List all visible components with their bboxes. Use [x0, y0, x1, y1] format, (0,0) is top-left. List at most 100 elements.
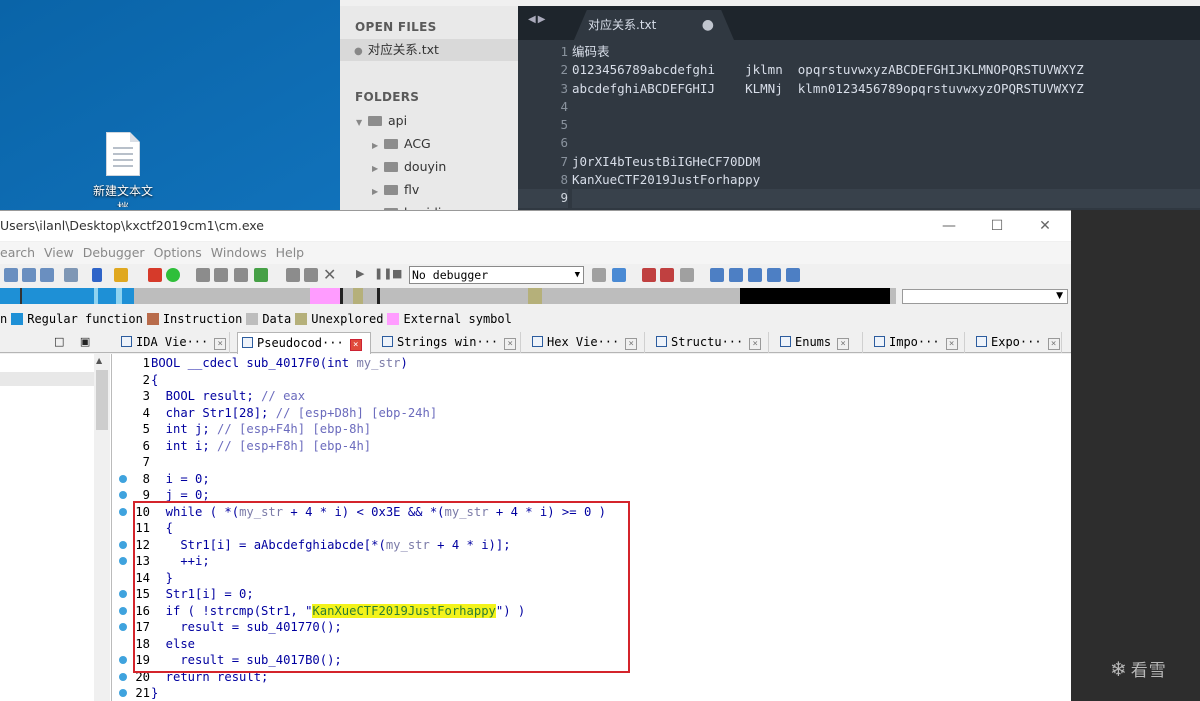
scrollbar-thumb[interactable] — [96, 370, 108, 430]
tab-enums[interactable]: Enums × — [776, 332, 863, 353]
toolbar-icon[interactable] — [767, 268, 781, 282]
breakpoint-dot-icon[interactable] — [119, 623, 127, 631]
chevron-right-icon[interactable]: ▶ — [372, 135, 384, 157]
code-line[interactable]: 21} — [112, 685, 1071, 701]
toolbar-icon[interactable] — [592, 268, 606, 282]
menu-item-options[interactable]: Options — [154, 245, 202, 260]
editor-line[interactable]: KanXueCTF2019JustForhappy — [572, 171, 1200, 189]
breakpoint-dot-icon[interactable] — [119, 672, 127, 681]
menu-item-earch[interactable]: earch — [0, 245, 35, 260]
code-line[interactable]: 7 — [112, 454, 1071, 471]
menu-item-debugger[interactable]: Debugger — [83, 245, 145, 260]
tab-close-icon[interactable]: × — [214, 338, 227, 350]
segment-select[interactable]: ▼ — [902, 289, 1068, 304]
breakpoint-dot-icon[interactable] — [119, 689, 127, 697]
play-icon[interactable]: ▶ — [356, 267, 364, 280]
toolbar-icon[interactable] — [304, 268, 318, 282]
arrow-down-icon[interactable] — [92, 268, 102, 282]
tab-close-icon[interactable]: × — [504, 338, 517, 350]
code-line[interactable]: 3 BOOL result; // eax — [112, 388, 1071, 405]
menu-item-windows[interactable]: Windows — [211, 245, 267, 260]
toolbar-icon[interactable] — [680, 268, 694, 282]
tab-pseudocod[interactable]: Pseudocod··· × — [237, 332, 371, 354]
toolbar-icon[interactable] — [710, 268, 724, 282]
toolbar-icon[interactable] — [254, 268, 268, 282]
breakpoint-dot-icon[interactable] — [119, 540, 127, 549]
editor-line[interactable] — [572, 189, 1200, 208]
desktop-file-icon[interactable]: 新建文本文 档 — [88, 132, 158, 207]
toolbar-icon[interactable] — [22, 268, 36, 282]
folder-item[interactable]: ▼ api — [340, 110, 518, 132]
toolbar-icon[interactable] — [196, 268, 210, 282]
tab-close-icon[interactable]: × — [1047, 338, 1060, 350]
minimize-button[interactable]: — — [926, 211, 972, 241]
selected-function-row[interactable] — [0, 372, 94, 386]
code-line[interactable]: 1 BOOL __cdecl sub_4017F0(int my_str) — [112, 355, 1071, 372]
tab-close-icon[interactable]: × — [837, 338, 850, 350]
breakpoint-dot-icon[interactable] — [119, 491, 127, 499]
toolbar-icon[interactable] — [286, 268, 300, 282]
toolbar-icon[interactable] — [612, 268, 626, 282]
editor-line[interactable]: 编码表 — [572, 43, 1200, 61]
editor-line[interactable] — [572, 134, 1200, 152]
tab-structu[interactable]: Structu··· × — [652, 332, 769, 353]
toolbar-icon[interactable] — [214, 268, 228, 282]
debugger-select[interactable]: No debugger ▼ — [409, 266, 584, 284]
editor-line[interactable]: 0123456789abcdefghi jklmn opqrstuvwxyzAB… — [572, 61, 1200, 79]
sublime-editor[interactable]: 编码表 0123456789abcdefghi jklmn opqrstuvwxy… — [572, 40, 1200, 210]
editor-line[interactable] — [572, 116, 1200, 134]
toolbar-icon[interactable] — [148, 268, 162, 282]
sublime-tab[interactable]: 对应关系.txt ● — [574, 10, 734, 40]
toolbar-icon[interactable] — [114, 268, 128, 282]
toolbar-icon[interactable] — [786, 268, 800, 282]
scroll-up-icon[interactable]: ▲ — [96, 356, 102, 365]
tab-close-icon[interactable]: × — [625, 338, 638, 350]
tab-close-icon[interactable]: × — [749, 338, 762, 350]
editor-line[interactable]: abcdefghiABCDEFGHIJ KLMNj klmn0123456789… — [572, 80, 1200, 98]
tab-idavie[interactable]: IDA Vie··· × — [117, 332, 230, 353]
maximize-button[interactable]: ☐ — [974, 211, 1020, 241]
breakpoint-dot-icon[interactable] — [119, 656, 127, 664]
tab-nav-arrows-icon[interactable]: ◀▶ — [528, 14, 547, 25]
folder-item[interactable]: ▶kuaidi — [340, 202, 518, 210]
code-line[interactable]: 2{ — [112, 372, 1071, 389]
toolbar-icon[interactable] — [40, 268, 54, 282]
breakpoint-dot-icon[interactable] — [119, 474, 127, 483]
editor-line[interactable] — [572, 98, 1200, 116]
functions-panel[interactable]: ▲ — [0, 354, 112, 701]
tab-hexvie[interactable]: Hex Vie··· × — [528, 332, 645, 353]
modified-dot-icon[interactable]: ● — [702, 10, 714, 40]
code-line[interactable]: 8 i = 0; — [112, 471, 1071, 488]
toolbar-icon[interactable] — [4, 268, 18, 282]
toolbar-icon[interactable] — [64, 268, 78, 282]
folder-item[interactable]: ▶ ACG — [340, 133, 518, 155]
chevron-right-icon[interactable]: ▶ — [372, 158, 384, 180]
breakpoint-dot-icon[interactable] — [119, 590, 127, 598]
breakpoint-dot-icon[interactable] — [119, 557, 127, 565]
tab-close-icon[interactable]: × — [945, 338, 958, 350]
toolbar-icon[interactable] — [729, 268, 743, 282]
menu-item-help[interactable]: Help — [276, 245, 305, 260]
breakpoint-dot-icon[interactable] — [119, 507, 127, 516]
editor-line[interactable]: j0rXI4bTeustBiIGHeCF70DDM — [572, 153, 1200, 171]
breakpoint-dot-icon[interactable] — [119, 606, 127, 615]
close-x-icon[interactable]: ✕ — [323, 265, 336, 284]
toolbar-icon[interactable] — [642, 268, 656, 282]
close-button[interactable]: ✕ — [1022, 211, 1068, 241]
chevron-right-icon[interactable]: ▶ — [372, 181, 384, 203]
stop-icon[interactable]: ■ — [392, 267, 402, 280]
toolbar-icon[interactable] — [660, 268, 674, 282]
run-icon[interactable] — [166, 268, 180, 282]
code-line[interactable]: 5 int j; // [esp+F4h] [ebp-8h] — [112, 421, 1071, 438]
pause-icon[interactable]: ❚❚ — [374, 267, 392, 280]
code-line[interactable]: 4 char Str1[28]; // [esp+D8h] [ebp-24h] — [112, 405, 1071, 422]
tab-stringswin[interactable]: Strings win··· × — [378, 332, 521, 353]
menu-item-view[interactable]: View — [44, 245, 74, 260]
toolbar-icon[interactable] — [234, 268, 248, 282]
tab-close-icon[interactable]: × — [349, 339, 362, 351]
tab-expo[interactable]: Expo··· × — [972, 332, 1062, 353]
toolbar-icon[interactable] — [748, 268, 762, 282]
code-line[interactable]: 6 int i; // [esp+F8h] [ebp-4h] — [112, 438, 1071, 455]
chevron-down-icon[interactable]: ▼ — [356, 112, 368, 134]
folder-item[interactable]: ▶ flv — [340, 179, 518, 201]
